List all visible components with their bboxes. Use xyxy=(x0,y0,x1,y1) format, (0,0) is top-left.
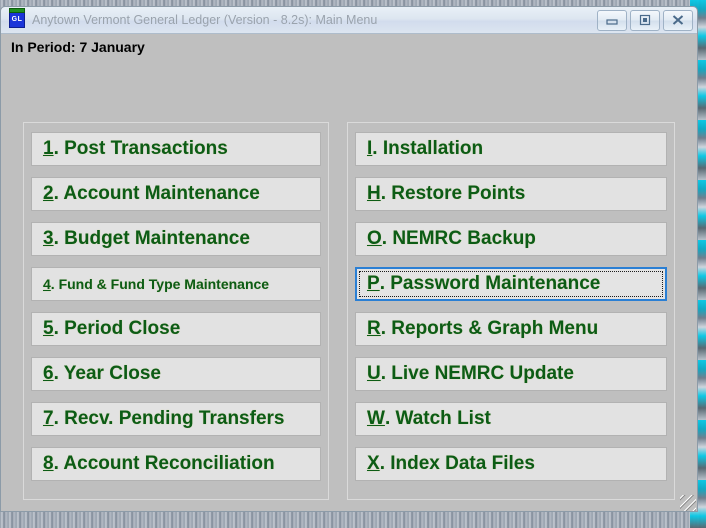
menu-button-password-maintenance[interactable]: P. Password Maintenance xyxy=(355,267,667,301)
menu-button-label: . Index Data Files xyxy=(379,453,535,474)
accelerator-key: 3 xyxy=(43,228,54,249)
window-controls xyxy=(597,9,693,31)
accelerator-key: H xyxy=(367,183,381,204)
minimize-button[interactable] xyxy=(597,9,627,31)
menu-button-period-close[interactable]: 5. Period Close xyxy=(31,312,321,346)
accelerator-key: U xyxy=(367,363,381,384)
menu-button-label: . Reports & Graph Menu xyxy=(380,318,599,339)
menu-button-account-reconciliation[interactable]: 8. Account Reconciliation xyxy=(31,447,321,481)
menu-button-label: . Installation xyxy=(372,138,484,159)
menu-button-label: . Budget Maintenance xyxy=(53,228,250,249)
menu-button-label: . Period Close xyxy=(53,318,181,339)
menu-button-account-maintenance[interactable]: 2. Account Maintenance xyxy=(31,177,321,211)
accelerator-key: O xyxy=(367,228,382,249)
restore-button[interactable] xyxy=(630,9,660,31)
general-ledger-app-icon: GL xyxy=(9,8,25,28)
accelerator-key: 8 xyxy=(43,453,54,474)
window-title: Anytown Vermont General Ledger (Version … xyxy=(32,13,378,27)
menu-button-label: . Live NEMRC Update xyxy=(380,363,574,384)
period-status-bar: In Period: 7 January xyxy=(1,34,697,60)
resize-grip[interactable] xyxy=(680,495,696,511)
accelerator-key: 4 xyxy=(43,276,51,292)
menu-button-label: . Year Close xyxy=(53,363,161,384)
accelerator-key: 5 xyxy=(43,318,54,339)
application-window: GL Anytown Vermont General Ledger (Versi… xyxy=(0,6,698,512)
menu-button-index-data-files[interactable]: X. Index Data Files xyxy=(355,447,667,481)
menu-button-restore-points[interactable]: H. Restore Points xyxy=(355,177,667,211)
accelerator-key: P xyxy=(367,273,380,294)
menu-button-recv-pending-transfers[interactable]: 7. Recv. Pending Transfers xyxy=(31,402,321,436)
menu-button-post-transactions[interactable]: 1. Post Transactions xyxy=(31,132,321,166)
menu-button-installation[interactable]: I. Installation xyxy=(355,132,667,166)
accelerator-key: R xyxy=(367,318,381,339)
close-button[interactable] xyxy=(663,9,693,31)
menu-button-label: . NEMRC Backup xyxy=(381,228,536,249)
menu-button-label: . Account Reconciliation xyxy=(53,453,275,474)
restore-icon xyxy=(639,14,651,26)
menu-button-reports-and-graph-menu[interactable]: R. Reports & Graph Menu xyxy=(355,312,667,346)
minimize-icon xyxy=(606,19,618,25)
menu-button-live-nemrc-update[interactable]: U. Live NEMRC Update xyxy=(355,357,667,391)
accelerator-key: 6 xyxy=(43,363,54,384)
menu-button-nemrc-backup[interactable]: O. NEMRC Backup xyxy=(355,222,667,256)
accelerator-key: 7 xyxy=(43,408,54,429)
app-icon-label: GL xyxy=(11,16,23,23)
accelerator-key: 1 xyxy=(43,138,54,159)
menu-button-year-close[interactable]: 6. Year Close xyxy=(31,357,321,391)
menu-button-label: . Password Maintenance xyxy=(379,273,601,294)
menu-button-label: . Watch List xyxy=(384,408,491,429)
menu-button-label: . Account Maintenance xyxy=(53,183,260,204)
menu-button-watch-list[interactable]: W. Watch List xyxy=(355,402,667,436)
accelerator-key: W xyxy=(367,408,385,429)
title-bar[interactable]: GL Anytown Vermont General Ledger (Versi… xyxy=(1,7,697,34)
close-icon xyxy=(672,15,684,25)
menu-button-fund-and-fund-type-maintenance[interactable]: 4. Fund & Fund Type Maintenance xyxy=(31,267,321,301)
accelerator-key: X xyxy=(367,453,380,474)
menu-button-label: . Fund & Fund Type Maintenance xyxy=(50,276,270,292)
menu-button-label: . Recv. Pending Transfers xyxy=(53,408,285,429)
menu-button-label: . Post Transactions xyxy=(53,138,228,159)
menu-button-budget-maintenance[interactable]: 3. Budget Maintenance xyxy=(31,222,321,256)
accelerator-key: 2 xyxy=(43,183,54,204)
client-area: 1. Post Transactions 2. Account Maintena… xyxy=(1,60,697,511)
menu-button-label: . Restore Points xyxy=(380,183,526,204)
period-label: In Period: 7 January xyxy=(11,39,145,55)
